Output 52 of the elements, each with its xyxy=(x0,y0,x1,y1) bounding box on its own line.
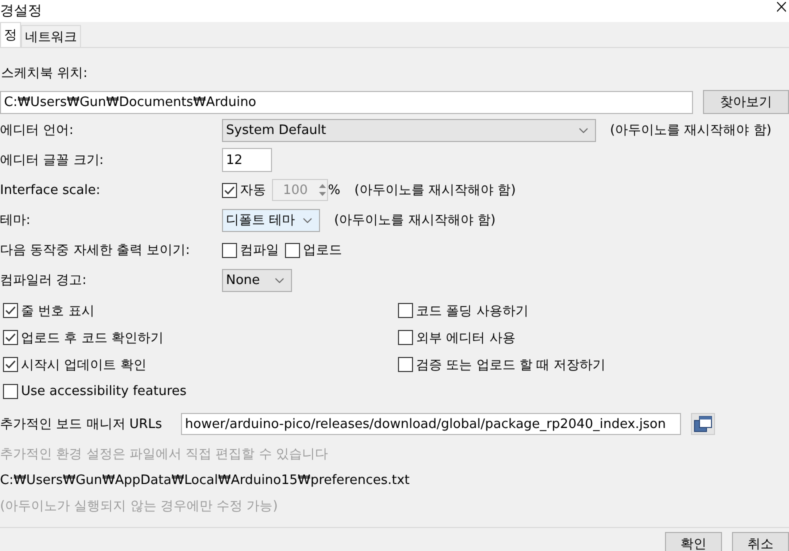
font-size-field[interactable]: 12 xyxy=(222,148,272,172)
sketchbook-path-field[interactable]: C:₩Users₩Gun₩Documents₩Arduino xyxy=(0,90,693,114)
checkbox[interactable] xyxy=(3,330,18,345)
checkbox-label: 줄 번호 표시 xyxy=(21,302,94,320)
windows-icon[interactable] xyxy=(691,413,715,435)
checkbox[interactable] xyxy=(285,242,300,258)
browse-button[interactable]: 찾아보기 xyxy=(703,90,789,114)
checkbox-label: Use accessibility features xyxy=(21,384,187,399)
dialog-button[interactable]: 확인 xyxy=(665,532,722,551)
chevron-icon xyxy=(275,278,284,282)
checkbox[interactable] xyxy=(398,303,413,318)
info-text: 추가적인 환경 설정은 파일에서 직접 편집할 수 있습니다 xyxy=(0,446,328,463)
checkbox[interactable] xyxy=(3,384,18,399)
checkbox-label: 자동 xyxy=(240,182,266,199)
setting-label: 에디터 언어: xyxy=(0,122,75,139)
urls-label: 추가적인 보드 매니저 URLs xyxy=(0,416,163,433)
checkbox[interactable] xyxy=(398,330,413,345)
checkbox[interactable] xyxy=(398,357,413,372)
urls-field[interactable]: hower/arduino-pico/releases/download/global/package_rp2040_index.json xyxy=(181,413,681,435)
checkbox[interactable] xyxy=(222,242,237,258)
tab[interactable]: 정 xyxy=(0,22,21,47)
setting-label: 다음 동작중 자세한 출력 보이기: xyxy=(0,242,191,259)
field-label: 스케치북 위치: xyxy=(1,64,88,82)
dropdown[interactable]: System Default xyxy=(222,118,596,142)
setting-label: 테마: xyxy=(0,212,32,229)
checkbox[interactable] xyxy=(222,182,237,198)
restart-note: (아두이노를 재시작해야 함) xyxy=(334,212,496,229)
tab[interactable]: 네트워크 xyxy=(21,25,81,47)
dropdown[interactable]: None xyxy=(222,268,292,292)
setting-label: 에디터 글꼴 크기: xyxy=(0,152,105,169)
checkbox-label: 검증 또는 업로드 할 때 저장하기 xyxy=(416,356,606,374)
checkbox-label: 시작시 업데이트 확인 xyxy=(21,356,146,374)
checkbox-label: 업로드 xyxy=(303,242,342,259)
dialog-button[interactable]: 취소 xyxy=(732,532,789,551)
checkbox-label: 업로드 후 코드 확인하기 xyxy=(21,330,164,346)
dropdown[interactable]: 디폴트 테마 xyxy=(222,208,320,232)
chevron-icon xyxy=(579,128,588,132)
restart-note: (아두이노를 재시작해야 함) xyxy=(354,182,516,199)
checkbox[interactable] xyxy=(3,357,18,372)
checkbox-label: 코드 폴딩 사용하기 xyxy=(416,302,528,320)
info-text: (아두이노가 실행되지 않는 경우에만 수정 가능) xyxy=(0,498,278,515)
checkbox[interactable] xyxy=(3,303,18,318)
unit-label: % xyxy=(328,182,340,198)
checkbox-label: 컴파일 xyxy=(240,242,279,259)
setting-label: 컴파일러 경고: xyxy=(0,272,88,289)
restart-note: (아두이노를 재시작해야 함) xyxy=(610,122,772,139)
chevron-icon xyxy=(303,218,312,222)
setting-label: Interface scale: xyxy=(0,182,102,198)
checkbox-label: 외부 에디터 사용 xyxy=(416,330,516,346)
close-icon[interactable] xyxy=(777,2,786,12)
info-text: C:₩Users₩Gun₩AppData₩Local₩Arduino15₩preferences.txt xyxy=(0,472,410,488)
window-title: 경설정 xyxy=(0,2,42,20)
